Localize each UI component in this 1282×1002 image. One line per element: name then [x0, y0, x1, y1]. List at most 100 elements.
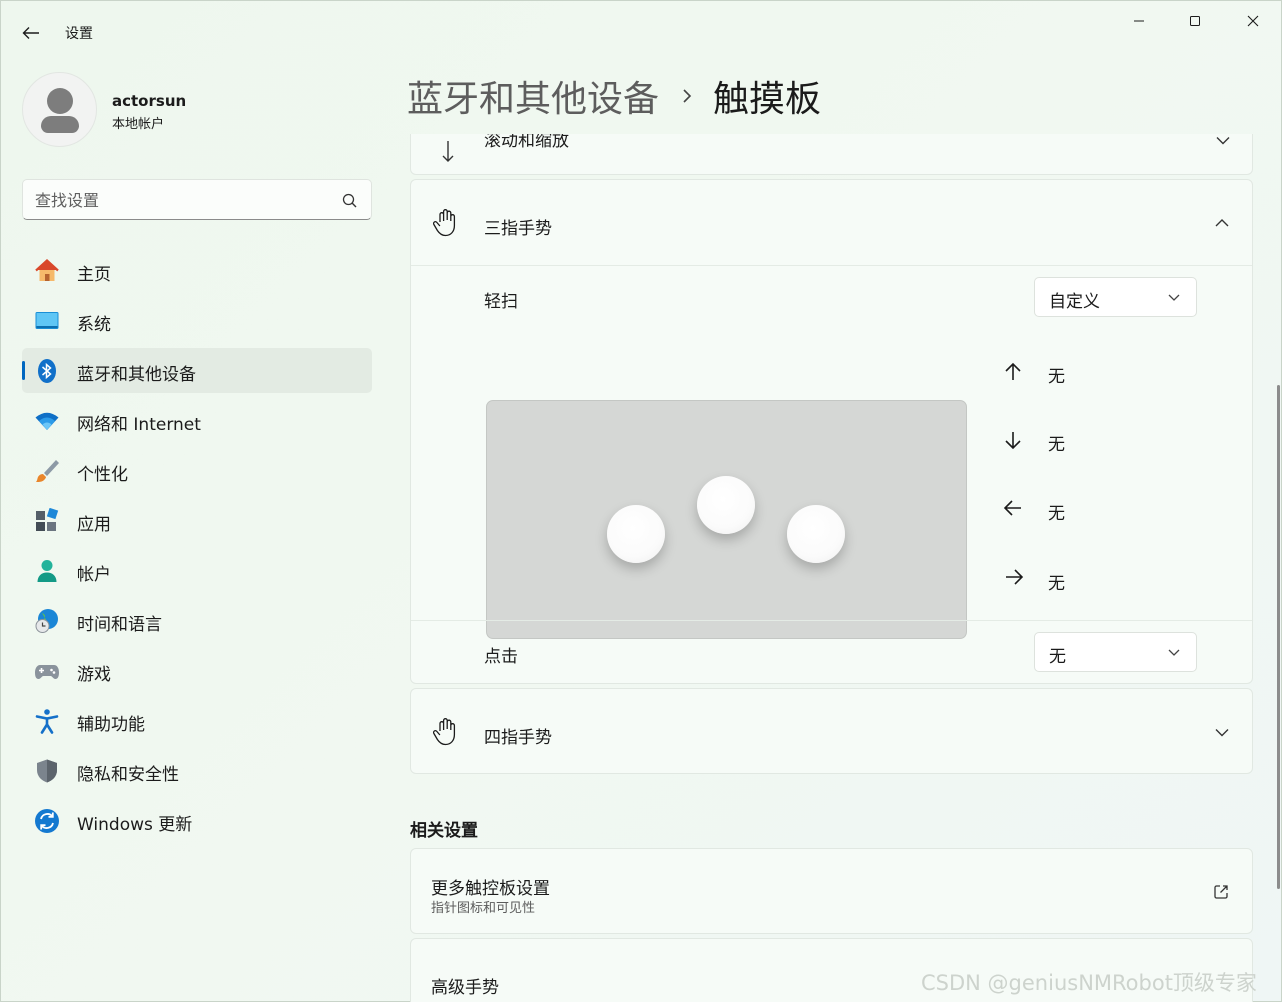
breadcrumb-parent[interactable]: 蓝牙和其他设备	[407, 70, 659, 122]
minimize-button[interactable]	[1111, 1, 1167, 41]
app-title: 设置	[65, 26, 93, 42]
back-arrow-icon	[22, 27, 39, 39]
home-icon	[35, 259, 59, 281]
swipe-down-value: 无	[1048, 435, 1065, 455]
sidebar-item-label: 隐私和安全性	[77, 765, 179, 785]
sidebar-item-label: 辅助功能	[77, 715, 145, 735]
close-icon	[1247, 15, 1259, 27]
hand-icon	[433, 209, 456, 237]
sidebar-item-windows-update[interactable]: Windows 更新	[22, 798, 372, 843]
sidebar-item-label: 游戏	[77, 665, 111, 685]
chevron-right-icon	[681, 86, 693, 106]
sidebar-item-gaming[interactable]: 游戏	[22, 648, 372, 693]
page-title: 触摸板	[713, 79, 822, 120]
sidebar-item-label: 应用	[77, 515, 111, 535]
tap-dropdown-value: 无	[1049, 647, 1066, 667]
sidebar-item-accounts[interactable]: 帐户	[22, 548, 372, 593]
chevron-down-icon	[1168, 649, 1180, 656]
user-name: actorsun	[112, 92, 187, 110]
advanced-gestures-title: 高级手势	[431, 978, 499, 998]
swipe-up-value: 无	[1048, 367, 1065, 387]
search-input[interactable]	[35, 188, 335, 212]
arrow-right-icon	[1006, 569, 1024, 585]
more-touchpad-subtitle: 指针图标和可见性	[431, 901, 536, 916]
divider	[411, 265, 1252, 266]
avatar[interactable]	[22, 72, 97, 147]
external-link-icon	[1214, 885, 1228, 899]
bluetooth-icon	[38, 359, 56, 383]
sidebar-item-label: 个性化	[77, 465, 128, 485]
account-type: 本地帐户	[112, 117, 165, 132]
maximize-icon	[1190, 16, 1200, 26]
shield-icon	[37, 759, 57, 783]
tap-dropdown[interactable]: 无	[1034, 632, 1197, 672]
swipe-right-value: 无	[1048, 574, 1065, 594]
sidebar-item-system[interactable]: 系统	[22, 298, 372, 343]
finger-dot-right	[787, 505, 845, 563]
chevron-down-icon	[1168, 294, 1180, 301]
scroll-zoom-label: 滚动和缩放	[484, 134, 569, 151]
arrow-up-icon	[1005, 362, 1021, 380]
scroll-zoom-icon	[442, 141, 454, 162]
avatar-head	[47, 88, 73, 114]
sidebar-nav: 主页 系统 蓝牙和其他设备 网络和 Internet 个性化 应用 帐户 时间和…	[22, 248, 372, 848]
sidebar-item-label: 网络和 Internet	[77, 415, 201, 435]
sidebar-item-label: 主页	[77, 265, 111, 285]
gamepad-icon	[35, 665, 59, 679]
finger-dot-left	[607, 505, 665, 563]
maximize-button[interactable]	[1167, 1, 1223, 41]
chevron-down-icon	[1216, 137, 1230, 145]
settings-content: 滚动和缩放 三指手势 轻扫 自定义 无 无 无 无 点击 无 四指手势 相关设置…	[410, 134, 1253, 1002]
brush-icon	[36, 460, 59, 483]
arrow-left-icon	[1003, 500, 1021, 516]
arrow-down-icon	[1005, 432, 1021, 450]
related-settings-heading: 相关设置	[410, 821, 478, 841]
four-finger-label: 四指手势	[484, 728, 552, 748]
apps-icon	[36, 508, 59, 531]
search-box[interactable]	[22, 179, 372, 220]
swipe-left-value: 无	[1048, 504, 1065, 524]
sidebar-item-time-language[interactable]: 时间和语言	[22, 598, 372, 643]
sidebar-item-label: 时间和语言	[77, 615, 162, 635]
chevron-up-icon	[1215, 219, 1229, 227]
accessibility-icon	[35, 709, 59, 734]
sidebar-item-label: Windows 更新	[77, 815, 193, 835]
three-finger-gestures-card: 三指手势 轻扫 自定义 无 无 无 无 点击 无	[410, 179, 1253, 684]
sidebar-item-accessibility[interactable]: 辅助功能	[22, 698, 372, 743]
sidebar-item-apps[interactable]: 应用	[22, 498, 372, 543]
globe-clock-icon	[35, 609, 58, 633]
chevron-down-icon	[1215, 729, 1229, 737]
three-finger-label: 三指手势	[484, 219, 552, 239]
more-touchpad-title: 更多触控板设置	[431, 879, 550, 899]
divider	[411, 620, 1252, 621]
sidebar-item-privacy[interactable]: 隐私和安全性	[22, 748, 372, 793]
sidebar-item-network[interactable]: 网络和 Internet	[22, 398, 372, 443]
sidebar-item-bluetooth[interactable]: 蓝牙和其他设备	[22, 348, 372, 393]
more-touchpad-settings-link[interactable]: 更多触控板设置 指针图标和可见性	[410, 848, 1253, 934]
touchpad-illustration	[486, 400, 967, 639]
sidebar-item-label: 系统	[77, 315, 111, 335]
hand-icon	[433, 718, 456, 746]
sidebar-item-label: 帐户	[77, 565, 111, 585]
watermark: CSDN @geniusNMRobot顶级专家	[921, 971, 1257, 995]
tap-label: 点击	[484, 647, 518, 667]
scroll-zoom-card[interactable]: 滚动和缩放	[410, 134, 1253, 175]
swipe-dropdown[interactable]: 自定义	[1034, 277, 1197, 317]
sidebar-item-label: 蓝牙和其他设备	[77, 365, 196, 385]
search-icon[interactable]	[340, 191, 360, 211]
breadcrumb: 蓝牙和其他设备 触摸板	[407, 70, 822, 122]
scrollbar-thumb[interactable]	[1277, 385, 1280, 889]
sidebar-item-personalization[interactable]: 个性化	[22, 448, 372, 493]
three-finger-header[interactable]: 三指手势	[411, 180, 1252, 265]
account-icon	[37, 560, 57, 582]
wifi-icon	[35, 412, 59, 430]
avatar-body	[41, 116, 79, 133]
minimize-icon	[1134, 20, 1144, 22]
back-button[interactable]	[15, 18, 47, 48]
close-button[interactable]	[1225, 1, 1281, 41]
swipe-label: 轻扫	[484, 292, 518, 312]
four-finger-gestures-card[interactable]: 四指手势	[410, 688, 1253, 774]
sidebar-item-home[interactable]: 主页	[22, 248, 372, 293]
system-icon	[35, 312, 59, 329]
title-bar: 设置	[1, 1, 1281, 61]
